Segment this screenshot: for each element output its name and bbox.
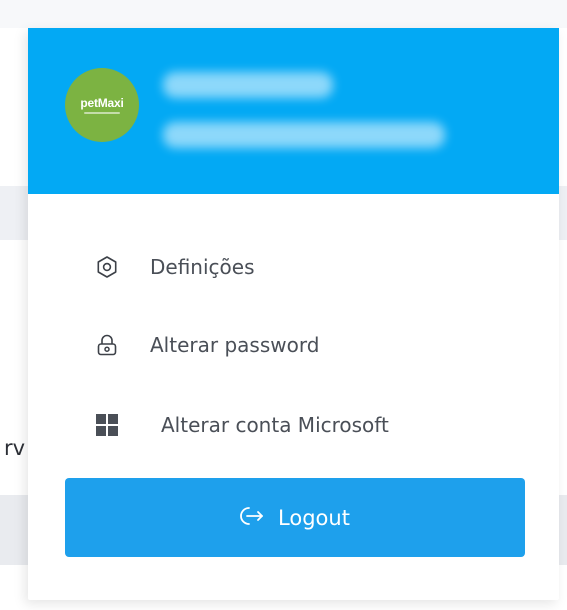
lock-icon: [94, 332, 120, 358]
user-menu-header: petMaxi: [28, 28, 559, 194]
user-email-redacted: [163, 122, 445, 148]
avatar-tagline: [84, 112, 120, 114]
logout-arrow-icon: [240, 505, 266, 531]
microsoft-logo-icon: [94, 412, 120, 438]
logout-label: Logout: [278, 505, 350, 530]
menu-item-settings[interactable]: Definições: [28, 239, 559, 295]
menu-item-change-microsoft-account[interactable]: Alterar conta Microsoft: [28, 397, 559, 453]
avatar: petMaxi: [65, 68, 139, 142]
user-name-redacted: [163, 72, 333, 98]
avatar-brand-logo: petMaxi: [80, 96, 124, 110]
menu-item-label: Definições: [150, 255, 255, 279]
user-menu-dropdown: petMaxi Definições Alterar password Alte…: [28, 28, 559, 600]
background-top-strip: [0, 0, 567, 28]
background-cut-text: rv: [4, 436, 26, 460]
menu-item-label: Alterar conta Microsoft: [161, 413, 389, 437]
settings-hexagon-icon: [94, 254, 120, 280]
menu-item-change-password[interactable]: Alterar password: [28, 317, 559, 373]
menu-item-label: Alterar password: [150, 333, 320, 357]
logout-button[interactable]: Logout: [65, 478, 525, 557]
